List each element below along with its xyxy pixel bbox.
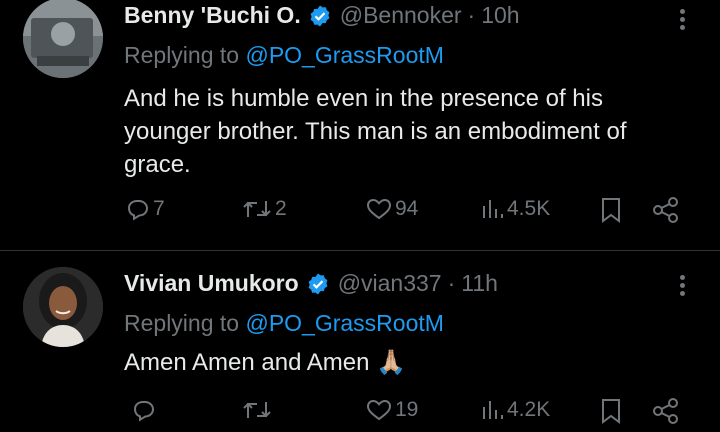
retweet-icon [243, 201, 271, 217]
verified-badge-icon [310, 5, 330, 26]
share-button[interactable] [652, 398, 680, 424]
replying-to: Replying to @PO_GrassRootM [124, 42, 444, 69]
display-name[interactable]: Benny 'Buchi O. [124, 2, 301, 29]
retweet-button[interactable] [242, 398, 275, 422]
display-name[interactable]: Vivian Umukoro [124, 270, 299, 297]
like-icon [366, 198, 392, 220]
share-icon [653, 197, 678, 223]
views-button[interactable]: 4.5K [480, 197, 550, 221]
share-button[interactable] [652, 197, 680, 223]
reply-button[interactable]: 7 [126, 197, 165, 221]
avatar[interactable] [23, 0, 103, 78]
share-icon [653, 398, 678, 424]
more-options-icon[interactable] [680, 6, 686, 33]
tweet-text: And he is humble even in the presence of… [124, 85, 627, 178]
replying-to-label: Replying to [124, 42, 240, 68]
views-count: 4.2K [507, 398, 551, 421]
praying-hands-emoji: 🙏🏼 [376, 349, 407, 376]
reply-button[interactable] [132, 398, 159, 422]
tweet-text: Amen Amen and Amen [124, 349, 370, 376]
bookmark-button[interactable] [600, 197, 622, 223]
like-button[interactable]: 94 [366, 197, 418, 221]
avatar-image [23, 0, 103, 78]
replying-to-label: Replying to [124, 310, 240, 336]
retweet-icon [243, 402, 271, 418]
separator: · [467, 2, 476, 28]
views-icon [483, 200, 503, 218]
more-options-icon[interactable] [680, 272, 686, 299]
retweet-button[interactable]: 2 [242, 197, 287, 221]
user-handle[interactable]: @vian337 [338, 270, 442, 297]
views-button[interactable]: 4.2K [480, 398, 550, 422]
avatar-image [23, 267, 103, 347]
avatar[interactable] [23, 267, 103, 347]
tweet-header: Vivian Umukoro @vian337 · 11h [124, 270, 498, 297]
like-count: 19 [395, 398, 419, 421]
like-icon [366, 399, 392, 421]
verified-badge-icon [308, 273, 328, 294]
tweet-actions: 19 4.2K [124, 398, 684, 428]
separator: · [447, 270, 456, 296]
bookmark-icon [602, 198, 620, 223]
views-icon [483, 401, 503, 419]
tweet-actions: 7 2 94 4.5K [124, 197, 684, 227]
tweet-header: Benny 'Buchi O. @Bennoker · 10h [124, 2, 520, 29]
like-count: 94 [395, 197, 419, 220]
tweet-text-container: Amen Amen and Amen 🙏🏼 [124, 346, 684, 379]
reply-icon [133, 401, 155, 422]
timestamp[interactable]: 10h [481, 2, 519, 29]
bookmark-icon [602, 399, 620, 424]
reply-icon [127, 200, 149, 221]
reply-mention-link[interactable]: @PO_GrassRootM [245, 310, 443, 336]
reply-count: 7 [153, 197, 165, 220]
reply-mention-link[interactable]: @PO_GrassRootM [245, 42, 443, 68]
views-count: 4.5K [507, 197, 551, 220]
bookmark-button[interactable] [600, 398, 622, 424]
retweet-count: 2 [275, 197, 287, 220]
timestamp[interactable]: 11h [461, 270, 498, 297]
replying-to: Replying to @PO_GrassRootM [124, 310, 444, 337]
user-handle[interactable]: @Bennoker [340, 2, 462, 29]
like-button[interactable]: 19 [366, 398, 418, 422]
